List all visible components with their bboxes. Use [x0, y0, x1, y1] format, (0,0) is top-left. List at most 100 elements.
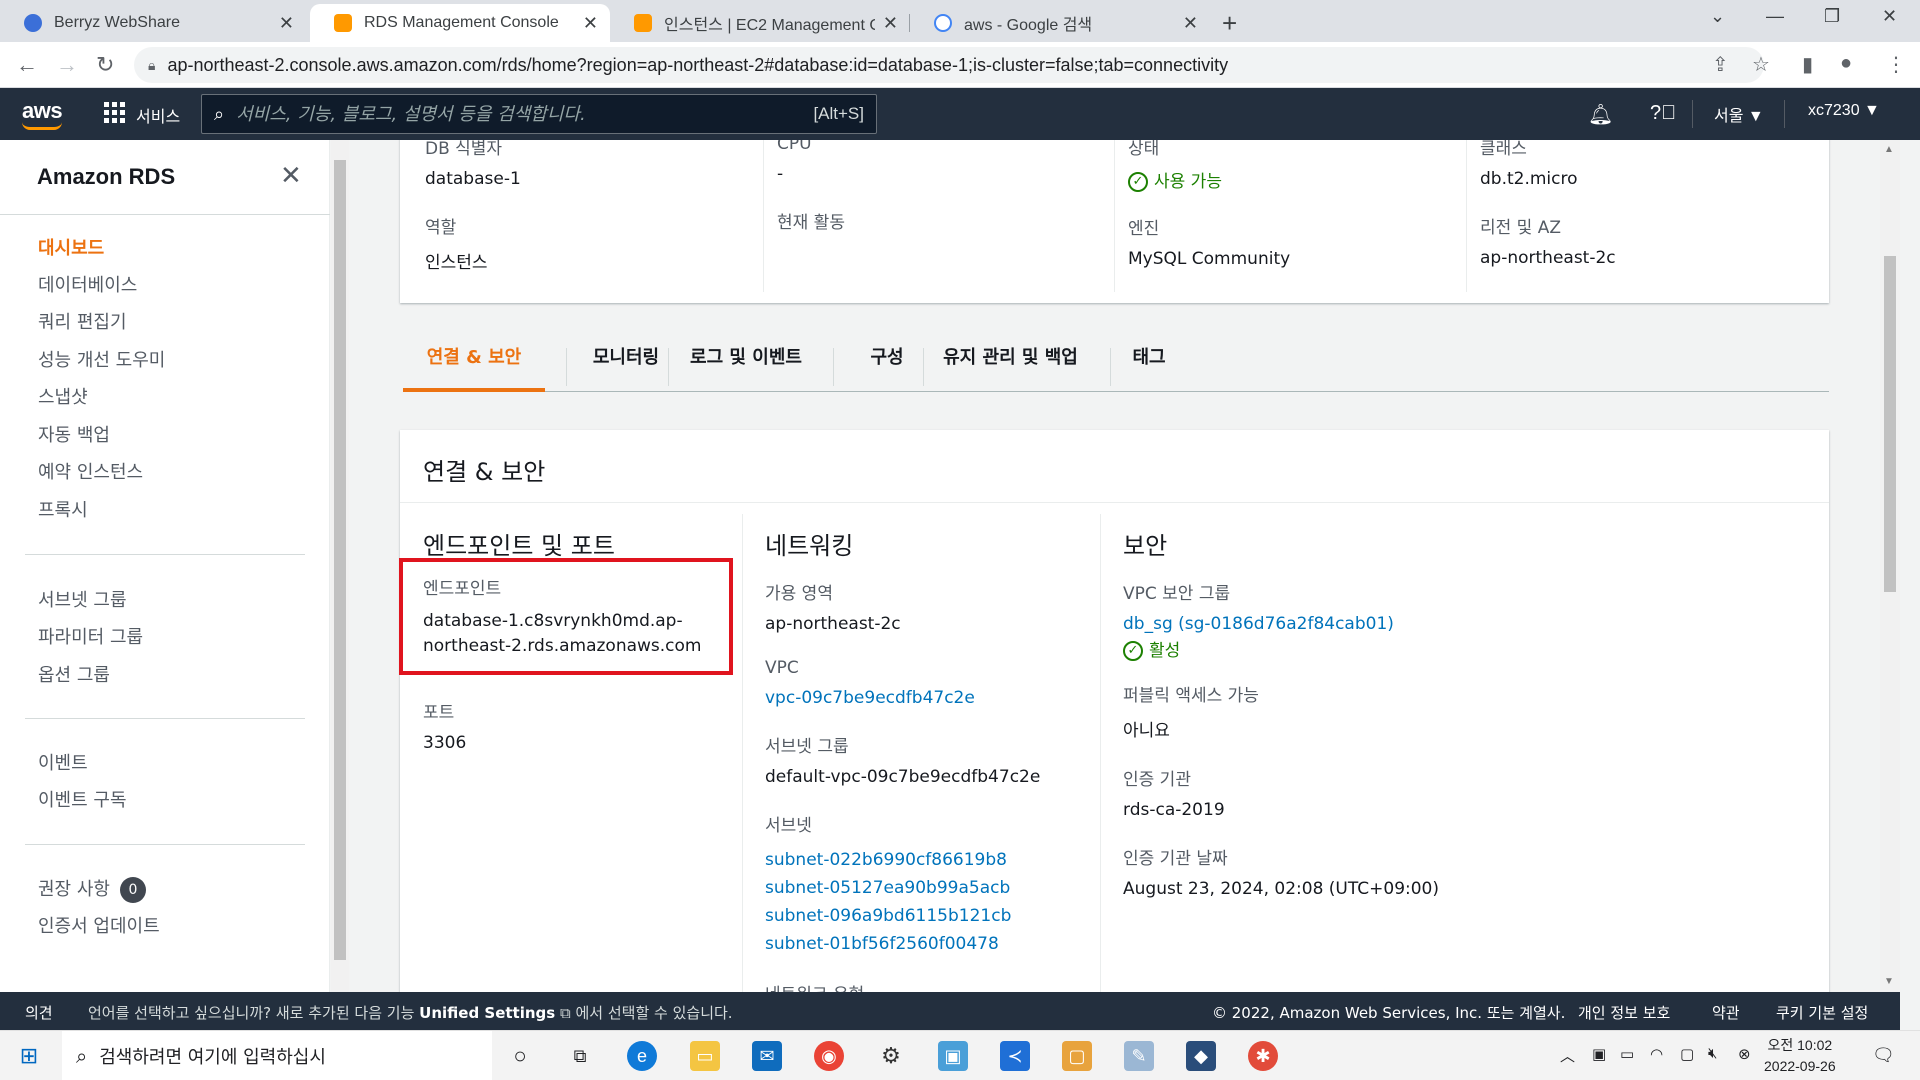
- subnet-link[interactable]: subnet-05127ea90b99a5acb: [765, 874, 1040, 902]
- scroll-down-icon[interactable]: ▼: [1884, 976, 1894, 987]
- sidebar-item-reserved-instances[interactable]: 예약 인스턴스: [38, 458, 143, 484]
- close-icon[interactable]: ✕: [280, 160, 302, 191]
- security-group-link[interactable]: db_sg (sg-0186d76a2f84cab01): [1123, 614, 1439, 634]
- tray-chevron-icon[interactable]: ︿: [1560, 1045, 1575, 1066]
- sidebar-item-certificate-update[interactable]: 인증서 업데이트: [38, 912, 160, 938]
- notifications-bell-icon[interactable]: 🔔︎: [1588, 102, 1613, 127]
- sidebar-divider: [25, 718, 305, 719]
- feedback-link[interactable]: 의견: [25, 1002, 53, 1023]
- sidebar-item-query-editor[interactable]: 쿼리 편집기: [38, 308, 127, 334]
- display-icon[interactable]: ▢: [1680, 1045, 1694, 1063]
- unified-settings-link[interactable]: Unified Settings: [419, 1004, 555, 1022]
- endpoint-value[interactable]: database-1.c8svrynkh0md.ap- northeast-2.…: [423, 609, 701, 659]
- sidebar-item-event-subscriptions[interactable]: 이벤트 구독: [38, 786, 127, 812]
- forward-icon[interactable]: →: [56, 52, 78, 78]
- cortana-icon[interactable]: ○: [505, 1041, 535, 1071]
- close-tab-icon[interactable]: ✕: [1183, 13, 1198, 34]
- new-tab-icon[interactable]: +: [1222, 8, 1237, 39]
- volume-muted-icon[interactable]: 🔇︎: [1708, 1045, 1717, 1062]
- search-icon: ⌕: [76, 1044, 88, 1068]
- chrome-icon[interactable]: ◉: [814, 1041, 844, 1071]
- sidebar-item-databases[interactable]: 데이터베이스: [38, 271, 137, 297]
- tray-x-icon[interactable]: ⊗: [1738, 1045, 1751, 1063]
- aws-search-box[interactable]: ⌕ [Alt+S]: [201, 94, 877, 134]
- wifi-icon[interactable]: ◠: [1650, 1045, 1663, 1063]
- side-panel-icon[interactable]: ▮: [1802, 52, 1813, 77]
- reload-icon[interactable]: ↻: [96, 52, 114, 78]
- terms-link[interactable]: 약관: [1712, 1002, 1740, 1023]
- minimize-icon[interactable]: —: [1766, 6, 1784, 27]
- tab-search-chevron-icon[interactable]: ⌄: [1710, 6, 1725, 27]
- sidebar-item-parameter-groups[interactable]: 파라미터 그룹: [38, 623, 143, 649]
- region-selector[interactable]: 서울 ▼: [1714, 102, 1764, 126]
- battery-icon[interactable]: ▭: [1620, 1045, 1634, 1063]
- sidebar-item-events[interactable]: 이벤트: [38, 749, 88, 775]
- edge-icon[interactable]: e: [627, 1041, 657, 1071]
- scrollbar-thumb[interactable]: [1884, 256, 1896, 592]
- sidebar-scrollbar[interactable]: [331, 140, 349, 992]
- tray-app-icon[interactable]: ▣: [1592, 1045, 1606, 1063]
- remote-desktop-icon[interactable]: ▣: [938, 1041, 968, 1071]
- app-icon[interactable]: ✎: [1124, 1041, 1154, 1071]
- close-tab-icon[interactable]: ✕: [583, 13, 598, 34]
- help-icon[interactable]: ?⃝: [1650, 102, 1676, 125]
- aws-logo[interactable]: aws: [22, 98, 63, 130]
- sidebar-item-dashboard[interactable]: 대시보드: [38, 234, 104, 260]
- subnet-link[interactable]: subnet-022b6990cf86619b8: [765, 846, 1040, 874]
- tab-configuration[interactable]: 구성: [847, 328, 927, 392]
- tab-logs-events[interactable]: 로그 및 이벤트: [683, 328, 809, 392]
- browser-tab-ec2[interactable]: 인스턴스 | EC2 Management Co ✕: [610, 4, 910, 42]
- app-icon[interactable]: ▢: [1062, 1041, 1092, 1071]
- privacy-link[interactable]: 개인 정보 보호: [1578, 1002, 1670, 1023]
- browser-tab-rds[interactable]: RDS Management Console ✕: [310, 4, 610, 42]
- services-grid-icon[interactable]: [104, 102, 125, 123]
- browser-tab-google[interactable]: aws - Google 검색 ✕: [910, 4, 1210, 42]
- browser-menu-icon[interactable]: ⋮: [1886, 52, 1906, 77]
- subnet-link[interactable]: subnet-096a9bd6115b121cb: [765, 902, 1040, 930]
- maximize-icon[interactable]: ❐: [1824, 6, 1840, 27]
- taskbar-search-box[interactable]: ⌕ 검색하려면 여기에 입력하십시: [62, 1031, 492, 1080]
- url-field[interactable]: 🔒︎ ap-northeast-2.console.aws.amazon.com…: [134, 47, 1764, 83]
- windows-start-icon[interactable]: ⊞: [14, 1041, 44, 1071]
- browser-tab-berryz[interactable]: Berryz WebShare ✕: [0, 4, 306, 42]
- profile-avatar-icon[interactable]: ●: [1840, 52, 1852, 75]
- settings-gear-icon[interactable]: ⚙: [876, 1041, 906, 1071]
- system-clock[interactable]: 오전 10:02 2022-09-26: [1764, 1035, 1836, 1077]
- cookie-preferences-link[interactable]: 쿠키 기본 설정: [1776, 1002, 1868, 1023]
- subnet-link[interactable]: subnet-01bf56f2560f00478: [765, 930, 1040, 958]
- scroll-up-icon[interactable]: ▲: [1884, 144, 1894, 155]
- tab-maintenance-backups[interactable]: 유지 관리 및 백업: [938, 328, 1083, 392]
- account-menu[interactable]: xc7230 ▼: [1808, 102, 1880, 120]
- check-circle-icon: ✓: [1123, 641, 1143, 661]
- sidebar-item-recommendations[interactable]: 권장 사항 0: [38, 875, 146, 903]
- bookmark-star-icon[interactable]: ☆: [1752, 52, 1770, 77]
- tab-connectivity-security[interactable]: 연결 & 보안: [403, 328, 545, 392]
- notification-center-icon[interactable]: 🗨︎: [1872, 1045, 1895, 1066]
- sidebar-item-subnet-groups[interactable]: 서브넷 그룹: [38, 586, 127, 612]
- services-menu-button[interactable]: 서비스: [136, 103, 180, 127]
- sidebar-item-option-groups[interactable]: 옵션 그룹: [38, 661, 110, 687]
- app-icon[interactable]: ✱: [1248, 1041, 1278, 1071]
- language-notice-text: 언어를 선택하고 싶으십니까? 새로 추가된 다음 기능: [88, 1004, 415, 1022]
- aws-search-input[interactable]: [236, 103, 814, 125]
- mail-icon[interactable]: ✉: [752, 1041, 782, 1071]
- sidebar-item-performance-insights[interactable]: 성능 개선 도우미: [38, 346, 165, 372]
- sidebar-item-proxies[interactable]: 프록시: [38, 496, 88, 522]
- mysql-workbench-icon[interactable]: ◆: [1186, 1041, 1216, 1071]
- tab-monitoring[interactable]: 모니터링: [571, 328, 681, 392]
- engine-value: MySQL Community: [1128, 249, 1291, 269]
- share-icon[interactable]: ⇪: [1712, 52, 1729, 77]
- back-icon[interactable]: ←: [16, 52, 38, 78]
- close-window-icon[interactable]: ✕: [1882, 6, 1897, 27]
- vpc-link[interactable]: vpc-09c7be9ecdfb47c2e: [765, 688, 1040, 708]
- scrollbar-thumb[interactable]: [334, 160, 346, 960]
- sidebar-item-automated-backups[interactable]: 자동 백업: [38, 421, 110, 447]
- main-scrollbar[interactable]: ▲ ▼: [1880, 140, 1900, 992]
- sidebar-item-snapshots[interactable]: 스냅샷: [38, 383, 88, 409]
- vscode-icon[interactable]: ≺: [1000, 1041, 1030, 1071]
- file-explorer-icon[interactable]: ▭: [690, 1041, 720, 1071]
- tab-tags[interactable]: 태그: [1119, 328, 1179, 392]
- task-view-icon[interactable]: ⧉: [565, 1041, 595, 1071]
- close-tab-icon[interactable]: ✕: [279, 13, 294, 34]
- close-tab-icon[interactable]: ✕: [883, 13, 898, 34]
